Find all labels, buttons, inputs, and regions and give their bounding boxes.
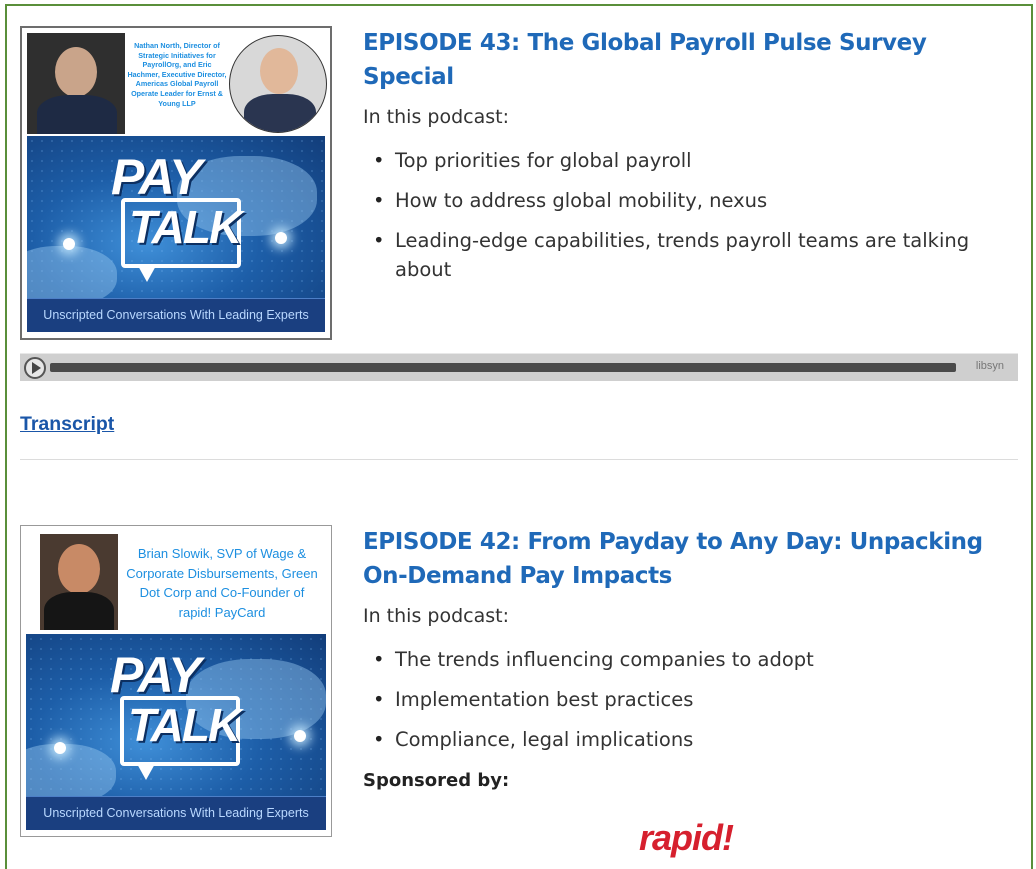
logo-word-talk: TALK <box>129 201 242 253</box>
logo-word-pay: PAY <box>111 149 202 205</box>
guest-header: Nathan North, Director of Strategic Init… <box>27 33 327 134</box>
sponsored-by-label: Sponsored by: <box>363 770 510 791</box>
list-item: The trends influencing companies to adop… <box>363 645 1023 674</box>
progress-track[interactable] <box>50 363 956 372</box>
guest-photo-left <box>27 33 125 134</box>
paytalk-logo: PAY TALK <box>96 644 246 794</box>
paytalk-banner: PAY TALK Unscripted Conversations With L… <box>27 136 325 332</box>
list-item: Implementation best practices <box>363 685 1023 714</box>
paytalk-banner: PAY TALK Unscripted Conversations With L… <box>26 634 326 830</box>
episode-content: EPISODE 43: The Global Payroll Pulse Sur… <box>363 26 1023 295</box>
guest-photo <box>40 534 118 630</box>
list-item: How to address global mobility, nexus <box>363 186 1023 215</box>
logo-word-pay: PAY <box>110 647 201 703</box>
libsyn-logo: libsyn <box>975 360 1004 372</box>
episode-intro: In this podcast: <box>363 106 509 128</box>
guest-header: Brian Slowik, SVP of Wage & Corporate Di… <box>26 531 326 632</box>
episode-thumbnail[interactable]: Brian Slowik, SVP of Wage & Corporate Di… <box>20 525 332 837</box>
transcript-link[interactable]: Transcript <box>20 413 114 436</box>
guest-caption: Brian Slowik, SVP of Wage & Corporate Di… <box>126 546 318 620</box>
logo-word-talk: TALK <box>128 699 241 751</box>
episode-intro: In this podcast: <box>363 605 509 627</box>
guest-photo-right <box>229 35 327 133</box>
divider <box>20 459 1018 460</box>
banner-tagline: Unscripted Conversations With Leading Ex… <box>27 298 325 332</box>
list-item: Leading-edge capabilities, trends payrol… <box>363 226 1023 284</box>
episode-title[interactable]: EPISODE 43: The Global Payroll Pulse Sur… <box>363 26 1023 94</box>
sponsor-logo[interactable]: rapid! <box>639 817 734 859</box>
play-icon[interactable] <box>24 357 46 379</box>
episode-thumbnail[interactable]: Nathan North, Director of Strategic Init… <box>20 26 332 340</box>
episode-content: EPISODE 42: From Payday to Any Day: Unpa… <box>363 525 1023 858</box>
list-item: Top priorities for global payroll <box>363 146 1023 175</box>
guest-caption: Nathan North, Director of Strategic Init… <box>127 41 227 108</box>
list-item: Compliance, legal implications <box>363 725 1023 754</box>
episode-topics: Top priorities for global payroll How to… <box>363 146 1023 284</box>
paytalk-logo: PAY TALK <box>97 146 247 296</box>
banner-tagline: Unscripted Conversations With Leading Ex… <box>26 796 326 830</box>
episode-topics: The trends influencing companies to adop… <box>363 645 1023 754</box>
episode-title[interactable]: EPISODE 42: From Payday to Any Day: Unpa… <box>363 525 1023 593</box>
audio-player: libsyn <box>20 353 1018 381</box>
